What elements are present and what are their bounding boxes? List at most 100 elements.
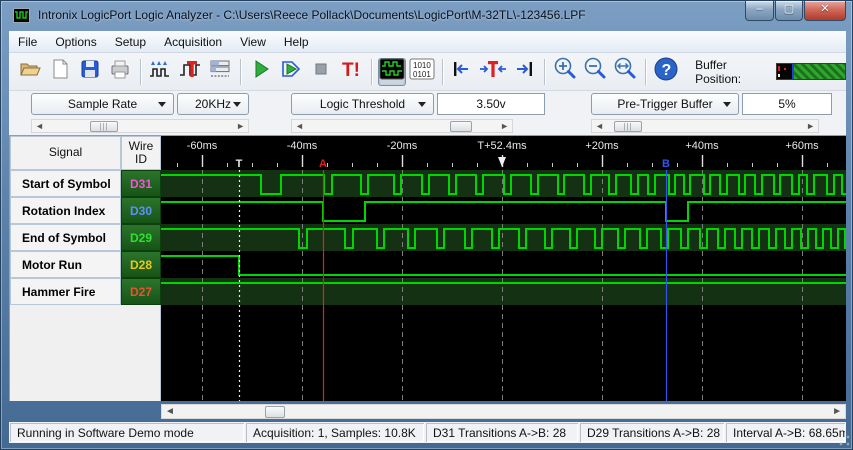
logic-threshold-value[interactable]: 3.50v	[437, 93, 545, 115]
signal-row: Start of Symbol D31	[10, 170, 847, 197]
menu-view[interactable]: View	[231, 33, 275, 51]
wire-id[interactable]: D31	[121, 170, 161, 197]
waveform-view-button[interactable]	[377, 57, 406, 86]
pre-trigger-slider-thumb[interactable]: |||	[614, 121, 642, 132]
waveform-track[interactable]	[161, 278, 846, 305]
maximize-button[interactable]: ▢	[775, 1, 803, 21]
new-file-button[interactable]	[46, 58, 74, 86]
chevron-down-icon	[418, 102, 426, 107]
slider-right-arrow: ►	[806, 121, 815, 131]
open-file-button[interactable]	[16, 58, 44, 86]
signal-name[interactable]: Rotation Index	[10, 197, 121, 224]
sample-rate-combo[interactable]: Sample Rate	[31, 93, 174, 115]
trigger-setup-button[interactable]	[176, 58, 204, 86]
zoom-in-button[interactable]	[551, 57, 579, 86]
title-bar[interactable]: Intronix LogicPort Logic Analyzer - C:\U…	[1, 1, 852, 31]
scroll-left-arrow[interactable]: ◄	[165, 406, 175, 418]
wire-id[interactable]: D29	[121, 224, 161, 251]
close-button[interactable]: ✕	[804, 1, 846, 21]
signal-name[interactable]: Hammer Fire	[10, 278, 121, 305]
pre-trigger-combo[interactable]: Pre-Trigger Buffer	[591, 93, 739, 115]
help-button[interactable]: ?	[652, 56, 680, 87]
zoom-fit-button[interactable]	[611, 56, 639, 87]
goto-start-button[interactable]	[448, 58, 476, 86]
state-list-view-button[interactable]: 1010 0101	[408, 58, 436, 86]
marker-B-label[interactable]: B	[662, 158, 670, 170]
signal-name[interactable]: Motor Run	[10, 251, 121, 278]
waveform-track[interactable]	[161, 224, 846, 251]
logic-threshold-label: Logic Threshold	[319, 97, 406, 111]
toolbar-separator	[370, 58, 372, 85]
sample-rate-value-combo[interactable]: 20KHz	[177, 93, 249, 115]
buffer-position: Buffer Position:	[695, 58, 846, 86]
run-single-icon	[249, 57, 273, 86]
status-section: D31 Transitions A->B: 28	[426, 423, 578, 442]
acquisition-setup-button[interactable]	[206, 58, 234, 86]
pre-trigger-slider[interactable]: ◄ ► |||	[591, 119, 819, 133]
goto-end-button[interactable]	[510, 58, 538, 86]
time-label: +20ms	[585, 140, 619, 152]
horizontal-scrollbar[interactable]: ◄ ►	[161, 404, 846, 419]
wire-id[interactable]: D27	[121, 278, 161, 305]
logic-threshold-combo[interactable]: Logic Threshold	[291, 93, 434, 115]
wire-id-column-header[interactable]: Wire ID	[121, 136, 161, 170]
marker-T-label[interactable]: T	[236, 158, 243, 170]
goto-trigger-button[interactable]	[478, 58, 508, 86]
trigger-now-icon: T!	[339, 57, 363, 86]
trigger-now-button[interactable]: T!	[337, 58, 365, 86]
waveform-panel: Signal Wire ID -60ms -40ms -20ms T+52.4ms +2…	[9, 135, 846, 401]
goto-end-icon	[512, 57, 536, 86]
logic-threshold-slider[interactable]: ◄ ►	[291, 119, 513, 133]
status-section: Interval A->B: 68.65ms	[726, 423, 845, 442]
pre-trigger-value[interactable]: 5%	[742, 93, 832, 115]
waveform-track[interactable]	[161, 170, 846, 197]
svg-text:0101: 0101	[413, 70, 431, 79]
slider-left-arrow: ◄	[35, 121, 44, 131]
save-icon	[78, 57, 102, 86]
wire-id[interactable]: D28	[121, 251, 161, 278]
sample-rate-slider-thumb[interactable]: |||	[90, 121, 118, 132]
logic-threshold-slider-thumb[interactable]	[450, 121, 472, 132]
zoom-fit-icon	[612, 56, 638, 87]
acquisition-setup-icon	[208, 57, 232, 86]
waveform-track[interactable]	[161, 251, 846, 278]
signals-setup-button[interactable]	[146, 58, 174, 86]
waveform-track[interactable]	[161, 197, 846, 224]
toolbar-separator	[139, 58, 141, 85]
time-label: -60ms	[187, 140, 218, 152]
scrollbar-thumb[interactable]	[265, 406, 285, 418]
signal-name[interactable]: End of Symbol	[10, 224, 121, 251]
signal-column-header[interactable]: Signal	[10, 136, 121, 170]
stop-button[interactable]	[307, 58, 335, 86]
help-icon: ?	[653, 56, 679, 87]
goto-trigger-icon	[479, 57, 507, 86]
timeline-ruler[interactable]: -60ms -40ms -20ms T+52.4ms +20ms +40ms +60ms T A…	[161, 136, 846, 170]
menu-options[interactable]: Options	[46, 33, 105, 51]
status-bar: Running in Software Demo mode Acquisition…	[9, 422, 846, 443]
signal-row: End of Symbol D29	[10, 224, 847, 251]
run-single-button[interactable]	[247, 58, 275, 86]
sample-rate-value: 20KHz	[194, 97, 232, 111]
resize-grip[interactable]	[838, 434, 851, 447]
slider-right-arrow: ►	[500, 121, 509, 131]
scroll-right-arrow[interactable]: ►	[832, 406, 842, 418]
wire-id[interactable]: D30	[121, 197, 161, 224]
run-repetitive-button[interactable]	[277, 58, 305, 86]
signal-name[interactable]: Start of Symbol	[10, 170, 121, 197]
toolbar-separator	[645, 58, 647, 85]
sample-rate-slider[interactable]: ◄ ► |||	[31, 119, 249, 133]
save-button[interactable]	[76, 58, 104, 86]
svg-text:1010: 1010	[413, 61, 431, 70]
zoom-out-button[interactable]	[581, 57, 609, 86]
waveform-background-area[interactable]	[161, 305, 846, 401]
print-button[interactable]	[106, 58, 134, 86]
menu-file[interactable]: File	[9, 33, 46, 51]
menu-help[interactable]: Help	[275, 33, 318, 51]
menu-acquisition[interactable]: Acquisition	[155, 33, 231, 51]
run-repetitive-icon	[279, 57, 303, 86]
minimize-button[interactable]: –	[745, 1, 774, 21]
signal-row: Motor Run D28	[10, 251, 847, 278]
menu-setup[interactable]: Setup	[106, 33, 155, 51]
marker-A-label[interactable]: A	[319, 158, 327, 170]
goto-start-icon	[450, 57, 474, 86]
